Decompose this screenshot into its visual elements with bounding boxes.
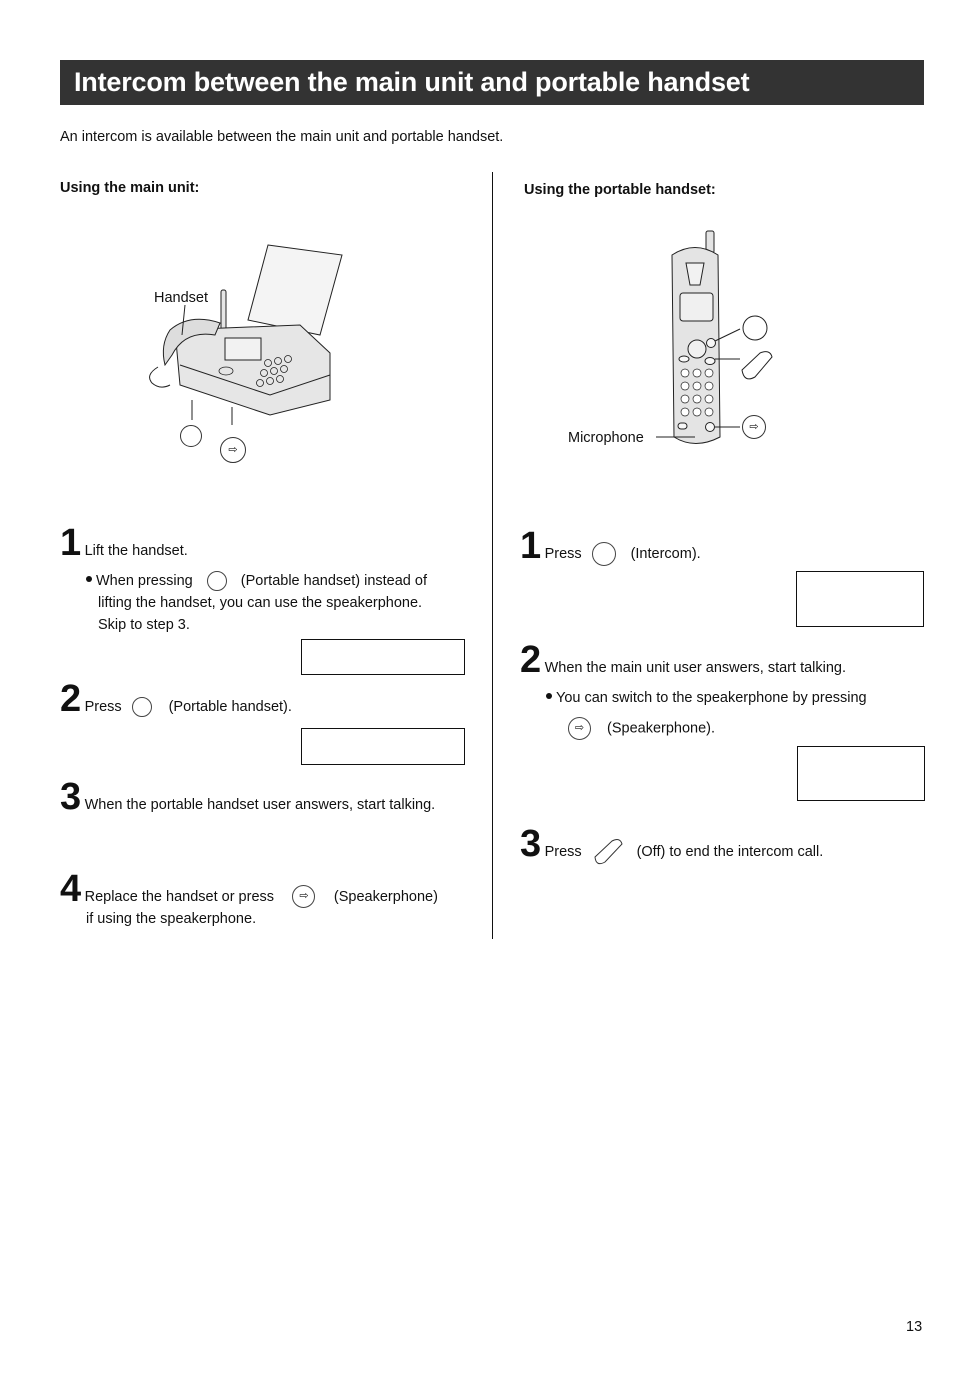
page-title-bar: Intercom between the main unit and porta… xyxy=(60,60,924,105)
step-text: Lift the handset. xyxy=(84,543,188,559)
lcd-display-box xyxy=(301,639,465,675)
right-step-2-note: You can switch to the speakerphone by pr… xyxy=(546,687,867,709)
left-step-1: 1 Lift the handset. xyxy=(60,524,188,562)
page-number: 13 xyxy=(906,1319,923,1335)
microphone-label: Microphone xyxy=(568,430,644,446)
speakerphone-button-icon: ⇨ xyxy=(220,437,246,463)
fax-machine-illustration xyxy=(149,244,343,425)
left-step-1-note: When pressing (Portable handset) instead… xyxy=(86,570,476,636)
speakerphone-button-icon: ⇨ xyxy=(568,717,591,740)
left-step-3: 3 When the portable handset user answers… xyxy=(60,776,436,818)
speakerphone-button-icon: ⇨ xyxy=(292,885,316,909)
portable-handset-button-icon xyxy=(206,571,227,592)
off-button-icon xyxy=(594,838,623,864)
handset-label: Handset xyxy=(154,290,209,306)
left-step-4: 4 Replace the handset or press ⇨ (Speake… xyxy=(60,868,438,910)
left-step-4-line2: if using the speakerphone. xyxy=(86,911,257,927)
column-divider xyxy=(492,172,493,939)
bullet-icon xyxy=(546,693,552,700)
right-step-1: 1 Press (Intercom). xyxy=(520,525,701,567)
intro-text: An intercom is available between the mai… xyxy=(60,129,504,145)
portable-handset-button-icon xyxy=(132,696,153,717)
right-step-2: 2 When the main unit user answers, start… xyxy=(520,639,847,681)
fax-machine-figure: Handset ⇨ xyxy=(140,235,350,465)
lcd-display-box xyxy=(796,571,924,627)
speakerphone-button-icon: ⇨ xyxy=(742,415,766,439)
lcd-display-box xyxy=(301,728,465,765)
bullet-icon xyxy=(86,576,92,583)
left-step-2: 2 Press (Portable handset). xyxy=(60,678,292,720)
intercom-button-icon xyxy=(592,541,617,566)
step-number: 1 xyxy=(60,522,81,564)
portable-handset-figure: ⇨ Microphone xyxy=(560,225,780,455)
main-unit-heading: Using the main unit: xyxy=(60,180,200,196)
lcd-display-box xyxy=(797,746,925,801)
portable-handset-button-icon xyxy=(180,425,202,447)
page-title: Intercom between the main unit and porta… xyxy=(74,67,750,97)
right-step-3: 3 Press (Off) to end the intercom call. xyxy=(520,823,824,865)
portable-handset-heading: Using the portable handset: xyxy=(524,182,716,198)
right-step-2-note-line2: ⇨ (Speakerphone). xyxy=(568,717,715,740)
